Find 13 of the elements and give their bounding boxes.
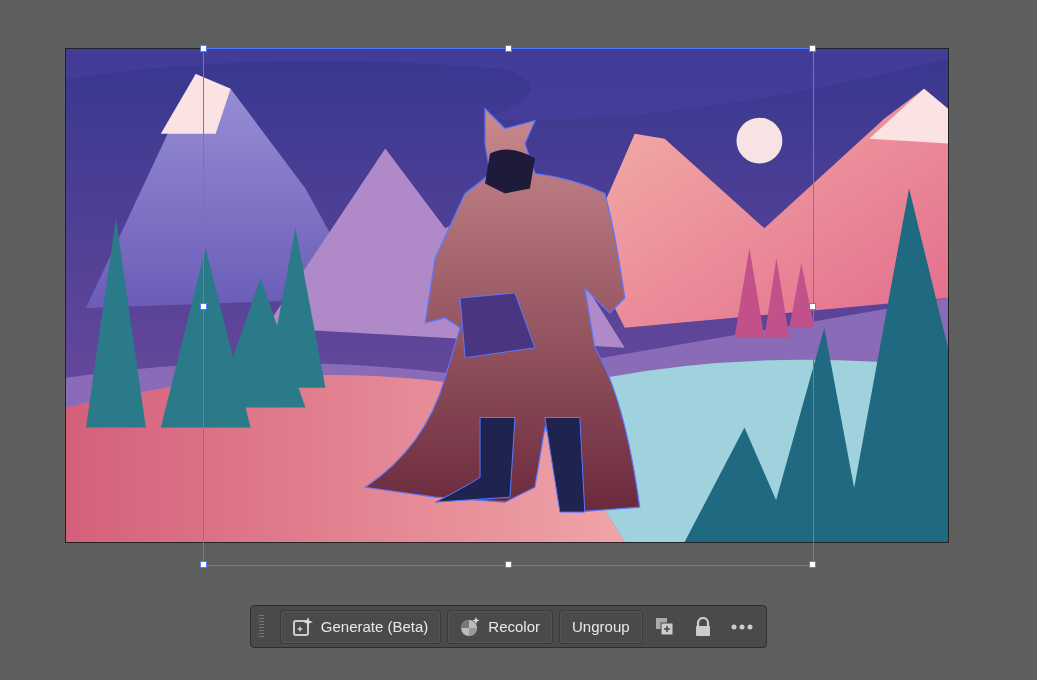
sparkle-frame-icon bbox=[292, 616, 313, 637]
selection-handle[interactable] bbox=[809, 303, 816, 310]
selection-handle[interactable] bbox=[504, 561, 512, 568]
color-wheel-icon bbox=[460, 616, 481, 637]
selection-handle[interactable] bbox=[809, 561, 816, 568]
selection-handle[interactable] bbox=[200, 45, 207, 52]
toolbar-button[interactable]: Recolor bbox=[447, 609, 554, 644]
selection-handle[interactable] bbox=[200, 561, 207, 568]
toolbar-button[interactable]: Ungroup bbox=[559, 609, 643, 644]
toolbar-button[interactable]: Generate (Beta) bbox=[279, 609, 442, 644]
selection-handle[interactable] bbox=[200, 303, 207, 310]
selection-handle[interactable] bbox=[504, 45, 512, 52]
selection-handle[interactable] bbox=[809, 45, 816, 52]
